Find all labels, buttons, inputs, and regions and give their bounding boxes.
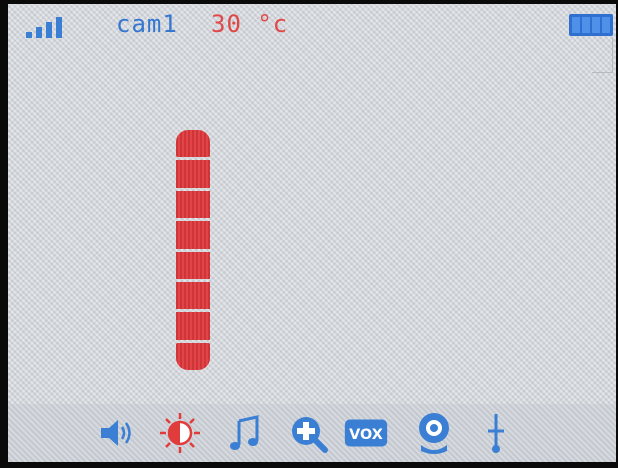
menu-item-camera[interactable] bbox=[412, 411, 456, 455]
meter-segment bbox=[176, 221, 210, 249]
frame-corner bbox=[592, 38, 613, 73]
menu-item-brightness[interactable] bbox=[158, 411, 202, 455]
meter-segment bbox=[176, 190, 210, 219]
volume-level-meter bbox=[176, 130, 210, 370]
meter-segment bbox=[176, 130, 210, 158]
meter-segment bbox=[176, 342, 210, 370]
meter-segment bbox=[176, 281, 210, 310]
bottom-menu: VOX bbox=[8, 404, 616, 462]
camera-name: cam1 bbox=[116, 10, 178, 38]
meter-segment bbox=[176, 160, 210, 188]
vox-icon: VOX bbox=[344, 419, 388, 447]
menu-item-lullaby[interactable] bbox=[222, 411, 266, 455]
menu-item-temperature[interactable] bbox=[474, 411, 518, 455]
temperature-reading: 30 °c bbox=[211, 10, 289, 38]
battery-icon bbox=[569, 14, 613, 36]
meter-segment bbox=[176, 251, 210, 279]
status-bar: cam1 30 °c bbox=[8, 4, 616, 73]
meter-segment bbox=[176, 312, 210, 340]
monitor-screen: cam1 30 °c VOX bbox=[8, 4, 616, 462]
thermometer-icon bbox=[488, 414, 504, 453]
menu-item-volume[interactable] bbox=[96, 411, 140, 455]
menu-item-zoom[interactable] bbox=[286, 411, 330, 455]
camera-icon bbox=[419, 413, 449, 454]
vox-label: VOX bbox=[349, 427, 383, 443]
music-note-icon bbox=[230, 415, 259, 450]
zoom-in-icon bbox=[292, 417, 328, 453]
speaker-volume-icon bbox=[101, 420, 131, 446]
brightness-icon bbox=[160, 413, 200, 453]
signal-strength-icon bbox=[26, 16, 72, 38]
menu-item-vox[interactable]: VOX bbox=[344, 411, 388, 455]
